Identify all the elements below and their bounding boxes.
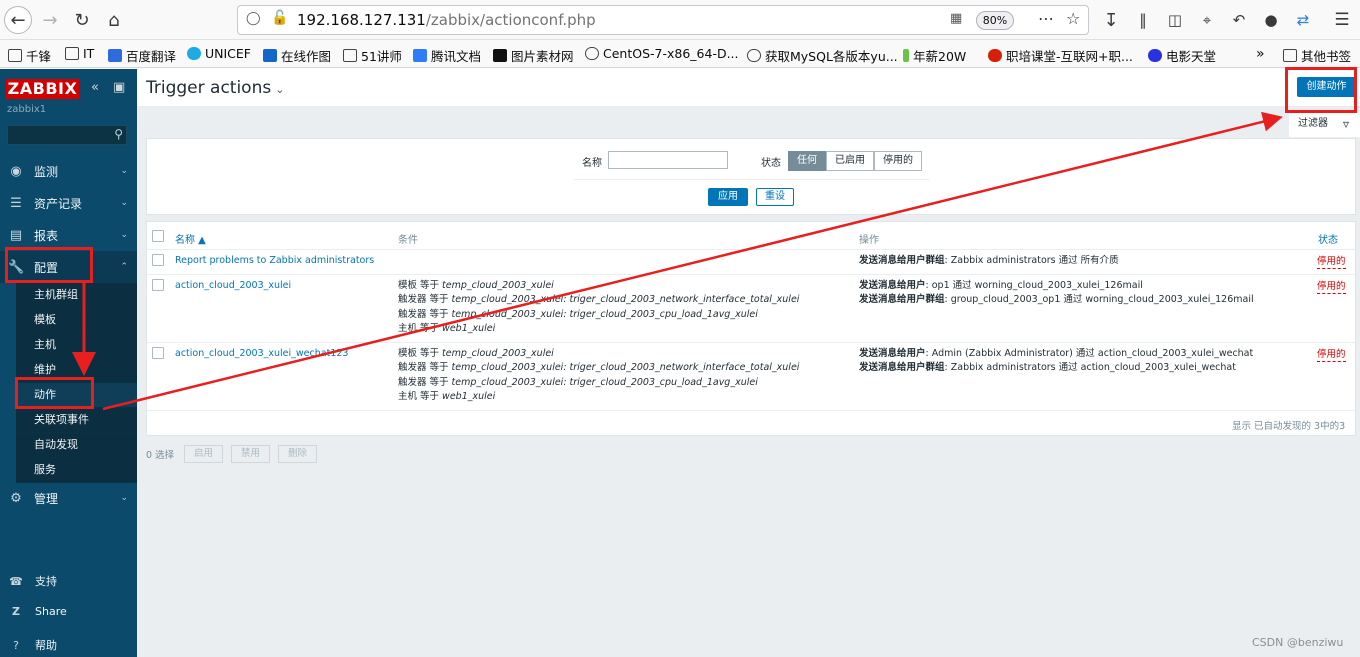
arrow-to-create: [102, 111, 1283, 411]
annotation-arrows: [72, 111, 1283, 411]
